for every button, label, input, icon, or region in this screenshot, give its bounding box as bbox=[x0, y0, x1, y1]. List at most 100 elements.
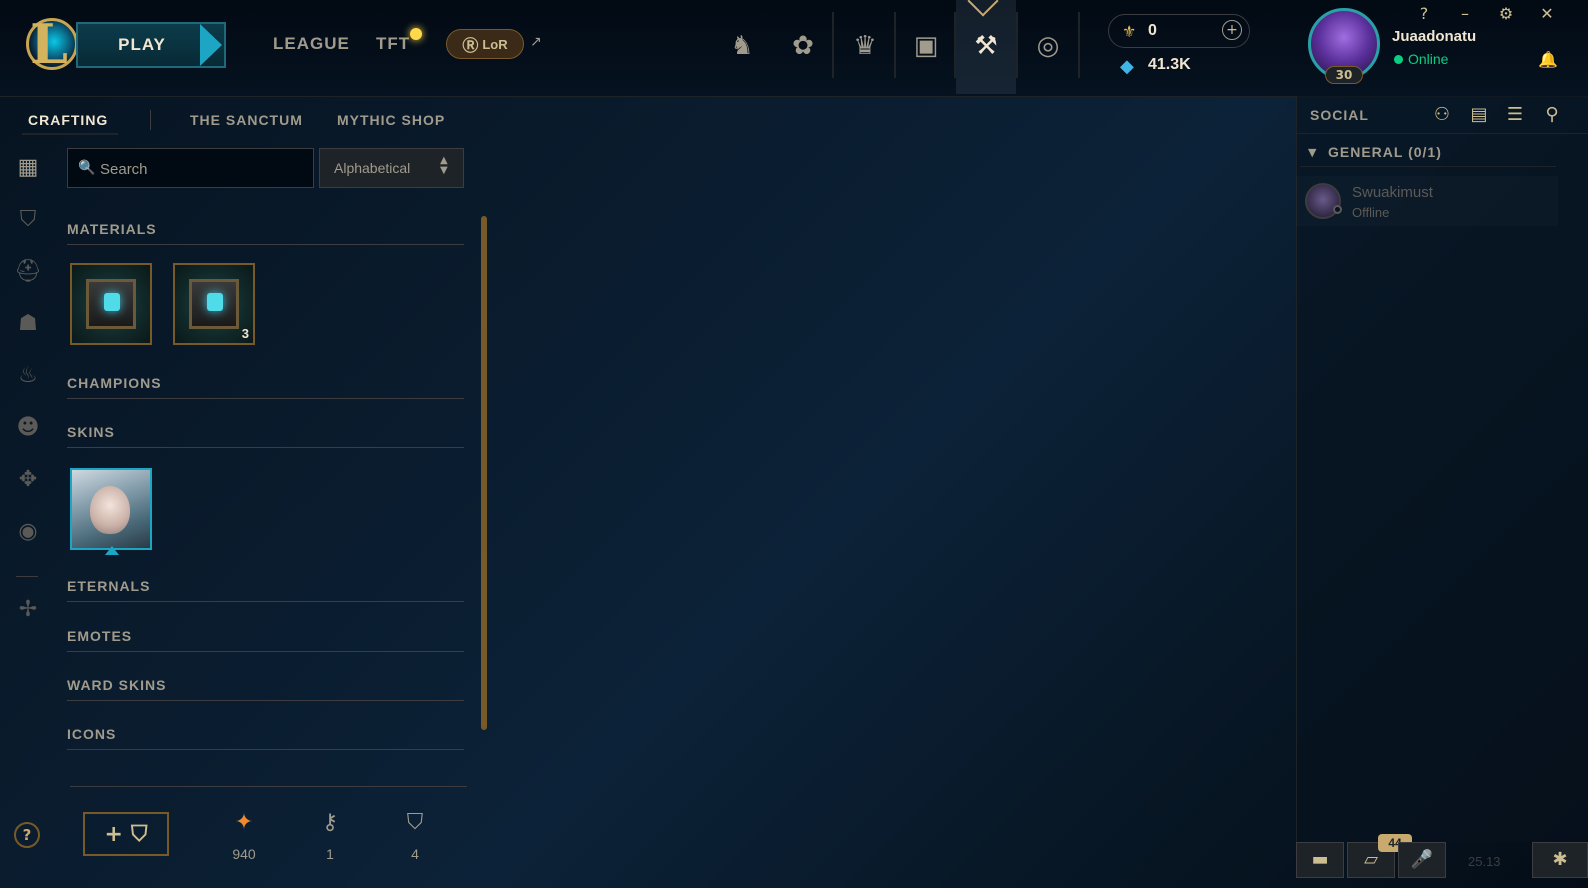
tft-notification-dot-icon bbox=[410, 28, 422, 40]
external-link-icon: ↗ bbox=[530, 34, 542, 50]
nav-divider bbox=[894, 12, 896, 78]
category-eternals: ETERNALS bbox=[67, 578, 151, 594]
sort-caret-icon: ▲ ▼ bbox=[440, 155, 448, 176]
nav-tft[interactable]: TFT bbox=[376, 34, 410, 54]
category-divider bbox=[67, 749, 464, 750]
key-icon: ⚷ bbox=[321, 810, 339, 835]
lor-emblem-icon: Ⓡ bbox=[462, 38, 479, 55]
search-input[interactable] bbox=[98, 152, 312, 186]
nav-divider bbox=[832, 12, 834, 78]
group-divider bbox=[1300, 166, 1556, 167]
add-friend-icon[interactable]: ⚇ bbox=[1430, 104, 1454, 125]
category-icons: ICONS bbox=[67, 726, 117, 742]
home-icon[interactable]: ♞ bbox=[724, 28, 760, 64]
chevron-down-icon[interactable]: ▼ bbox=[1308, 146, 1316, 159]
chest-shield-icon: ⛉ bbox=[130, 821, 148, 847]
filter-all-icon[interactable]: ▦ bbox=[14, 154, 42, 182]
friend-status: Offline bbox=[1352, 205, 1390, 220]
username[interactable]: Juaadonatu bbox=[1392, 28, 1476, 45]
skin-rarity-marker-icon bbox=[105, 546, 119, 555]
category-divider bbox=[67, 700, 464, 701]
tft-icon[interactable]: ✿ bbox=[785, 28, 821, 64]
chest-count: 4 bbox=[411, 846, 419, 862]
category-divider bbox=[67, 447, 464, 448]
social-search-icon[interactable]: ⚲ bbox=[1540, 104, 1564, 125]
skin-portrait-image bbox=[90, 486, 130, 534]
category-materials: MATERIALS bbox=[67, 221, 157, 237]
category-divider bbox=[67, 651, 464, 652]
store-icon[interactable]: ▣ bbox=[908, 28, 944, 64]
chat-icon[interactable]: ▬ bbox=[1296, 842, 1344, 878]
category-divider bbox=[67, 398, 464, 399]
rp-value: 0 bbox=[1148, 22, 1157, 39]
league-logo-letter: L bbox=[30, 12, 68, 76]
nav-divider bbox=[1016, 12, 1018, 78]
help-button[interactable]: ? bbox=[1414, 4, 1434, 23]
play-button-label: PLAY bbox=[118, 35, 166, 54]
filter-eternals-icon[interactable]: ♨ bbox=[14, 362, 42, 390]
social-divider bbox=[1296, 133, 1588, 134]
voice-mic-icon[interactable]: 🎤 bbox=[1398, 842, 1446, 878]
sort-selected-value: Alphabetical bbox=[334, 160, 411, 176]
collection-icon[interactable]: ♛ bbox=[847, 28, 883, 64]
bottom-divider bbox=[70, 786, 467, 787]
blue-essence-value: 41.3K bbox=[1148, 56, 1191, 73]
tab-crafting[interactable]: CRAFTING bbox=[28, 112, 108, 128]
add-chest-button[interactable]: + ⛉ bbox=[83, 812, 169, 856]
plus-icon: + bbox=[104, 821, 123, 847]
settings-gear-icon[interactable]: ⚙ bbox=[1496, 4, 1516, 23]
category-divider bbox=[67, 244, 464, 245]
lor-label: LoR bbox=[482, 36, 508, 52]
list-view-icon[interactable]: ☰ bbox=[1503, 104, 1527, 125]
nav-lor-button[interactable]: Ⓡ LoR bbox=[446, 29, 524, 59]
hextech-chest-tile[interactable] bbox=[70, 263, 152, 345]
blue-essence-icon: ◆ bbox=[1120, 56, 1134, 77]
filter-emotes-icon[interactable]: ☻ bbox=[14, 414, 42, 442]
notification-bell-icon[interactable]: 🔔 bbox=[1538, 50, 1558, 69]
nav-divider bbox=[1078, 12, 1080, 78]
filter-other-icon[interactable]: ✢ bbox=[14, 596, 42, 624]
loot-icon[interactable]: ⚒ bbox=[968, 28, 1004, 64]
nav-league[interactable]: LEAGUE bbox=[273, 34, 350, 54]
filter-champions-icon[interactable]: ⛑ bbox=[14, 258, 42, 286]
level-badge: 30 bbox=[1325, 66, 1363, 84]
online-status-dot-icon bbox=[1394, 55, 1403, 64]
active-tab-underline bbox=[22, 133, 118, 135]
search-icon: 🔍 bbox=[78, 160, 96, 176]
currency-icon[interactable]: ◎ bbox=[1030, 28, 1066, 64]
category-champions: CHAMPIONS bbox=[67, 375, 162, 391]
category-emotes: EMOTES bbox=[67, 628, 133, 644]
filter-icons-icon[interactable]: ◉ bbox=[14, 518, 42, 546]
loot-scrollbar[interactable] bbox=[481, 216, 487, 730]
category-divider bbox=[67, 601, 464, 602]
tab-mythic-shop[interactable]: MYTHIC SHOP bbox=[337, 112, 445, 128]
category-ward-skins: WARD SKINS bbox=[67, 677, 167, 693]
close-button[interactable]: ✕ bbox=[1537, 4, 1557, 23]
rail-divider bbox=[16, 576, 38, 577]
orange-essence-value: 940 bbox=[232, 846, 256, 862]
add-rp-button[interactable]: + bbox=[1222, 20, 1242, 40]
subnav-divider bbox=[150, 110, 151, 130]
rp-icon: ⚜ bbox=[1122, 22, 1137, 41]
online-status-text[interactable]: Online bbox=[1408, 51, 1448, 67]
chest-lock-icon bbox=[207, 293, 223, 311]
minimize-button[interactable]: – bbox=[1455, 4, 1475, 23]
help-question-icon[interactable]: ? bbox=[14, 822, 40, 848]
offline-status-dot-icon bbox=[1333, 205, 1342, 214]
category-skins: SKINS bbox=[67, 424, 115, 440]
friend-name: Swuakimust bbox=[1352, 184, 1433, 201]
client-version: 25.13 bbox=[1468, 854, 1501, 869]
chest-lock-icon bbox=[104, 293, 120, 311]
add-folder-icon[interactable]: ▤ bbox=[1467, 104, 1491, 125]
filter-chests-icon[interactable]: ⛉ bbox=[14, 206, 42, 234]
social-title: SOCIAL bbox=[1310, 107, 1369, 123]
orange-essence-icon: ✦ bbox=[234, 810, 254, 835]
friend-group-general[interactable]: GENERAL (0/1) bbox=[1328, 144, 1442, 160]
tab-the-sanctum[interactable]: THE SANCTUM bbox=[190, 112, 303, 128]
tile-count: 3 bbox=[241, 326, 249, 341]
report-bug-icon[interactable]: ✱ bbox=[1532, 842, 1588, 878]
key-count: 1 bbox=[326, 846, 334, 862]
filter-ward-skins-icon[interactable]: ✥ bbox=[14, 466, 42, 494]
filter-skins-icon[interactable]: ☗ bbox=[14, 310, 42, 338]
hextech-chest-tile[interactable]: 3 bbox=[173, 263, 255, 345]
